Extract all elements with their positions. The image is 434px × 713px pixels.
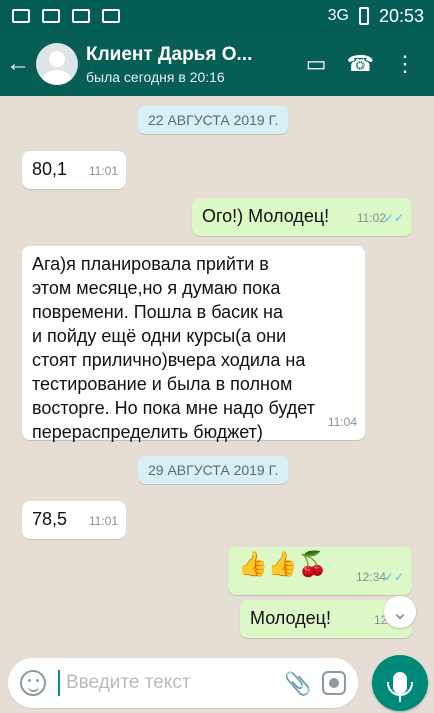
read-ticks-icon: ✓✓ xyxy=(383,570,404,584)
notification-icons xyxy=(12,9,120,23)
message-5[interactable]: 👍👍🍒 12:34 ✓✓ xyxy=(228,547,412,595)
emoji-icon[interactable] xyxy=(20,670,46,696)
back-arrow-icon[interactable]: ← xyxy=(0,50,36,78)
paperclip-icon[interactable]: 📎 xyxy=(284,671,311,696)
chat-area[interactable]: 22 АВГУСТА 2019 Г. 80,1 11:01 Ого!) Моло… xyxy=(0,96,434,653)
youtube-icon xyxy=(72,9,90,23)
read-ticks-icon: ✓✓ xyxy=(383,211,404,225)
mic-icon xyxy=(387,672,413,702)
message-2[interactable]: Ого!) Молодец! 11:02 ✓✓ xyxy=(192,198,412,236)
input-placeholder: Введите текст xyxy=(66,672,191,693)
phone-icon[interactable]: ☎ xyxy=(347,51,374,77)
image-icon xyxy=(42,9,60,23)
battery-icon xyxy=(358,7,369,25)
message-text: Ага)я планировала прийти в этом месяце,н… xyxy=(32,254,315,442)
message-text: Молодец! xyxy=(250,608,331,628)
message-time: 11:01 xyxy=(88,514,118,528)
date-chip-2: 29 АВГУСТА 2019 Г. xyxy=(138,456,289,484)
message-1[interactable]: 80,1 11:01 xyxy=(22,151,126,189)
camera-icon[interactable] xyxy=(322,671,346,695)
message-time: 11:01 xyxy=(88,164,118,178)
avatar[interactable] xyxy=(36,43,78,85)
status-right: 3G 20:53 xyxy=(328,6,424,27)
message-text: 78,5 xyxy=(32,509,68,529)
contact-info[interactable]: Клиент Дарья О... была сегодня в 20:16 xyxy=(86,44,294,85)
tv-icon xyxy=(12,9,30,23)
more-vertical-icon[interactable]: ⋮ xyxy=(394,51,416,77)
chevron-double-down-icon[interactable]: ⌄ xyxy=(384,596,416,628)
message-input[interactable]: Введите текст xyxy=(58,663,284,703)
text-cursor xyxy=(58,670,60,696)
header-actions: ▭ ☎ ⋮ xyxy=(294,51,434,77)
chat-header: ← Клиент Дарья О... была сегодня в 20:16… xyxy=(0,32,434,96)
message-time: 11:02 xyxy=(356,211,386,225)
mic-button[interactable] xyxy=(372,655,428,711)
message-input-bar[interactable]: Введите текст 📎 xyxy=(8,658,358,708)
message-text: 👍👍🍒 xyxy=(238,551,328,578)
composer: Введите текст 📎 xyxy=(0,653,434,713)
video-call-icon[interactable]: ▭ xyxy=(306,51,327,77)
message-time: 11:04 xyxy=(327,415,357,429)
message-4[interactable]: 78,5 11:01 xyxy=(22,501,126,539)
network-type: 3G xyxy=(327,7,349,24)
clock: 20:53 xyxy=(378,5,424,26)
date-chip-1: 22 АВГУСТА 2019 Г. xyxy=(138,106,289,134)
last-seen: была сегодня в 20:16 xyxy=(86,68,225,85)
message-time: 12:34 xyxy=(355,570,386,584)
contact-name: Клиент Дарья О... xyxy=(86,43,253,65)
message-text: Ого!) Молодец! xyxy=(202,206,330,226)
message-3[interactable]: Ага)я планировала прийти в этом месяце,н… xyxy=(22,246,365,442)
message-text: 80,1 xyxy=(32,159,68,179)
play-store-icon xyxy=(102,9,120,23)
status-bar: 3G 20:53 xyxy=(0,0,434,32)
